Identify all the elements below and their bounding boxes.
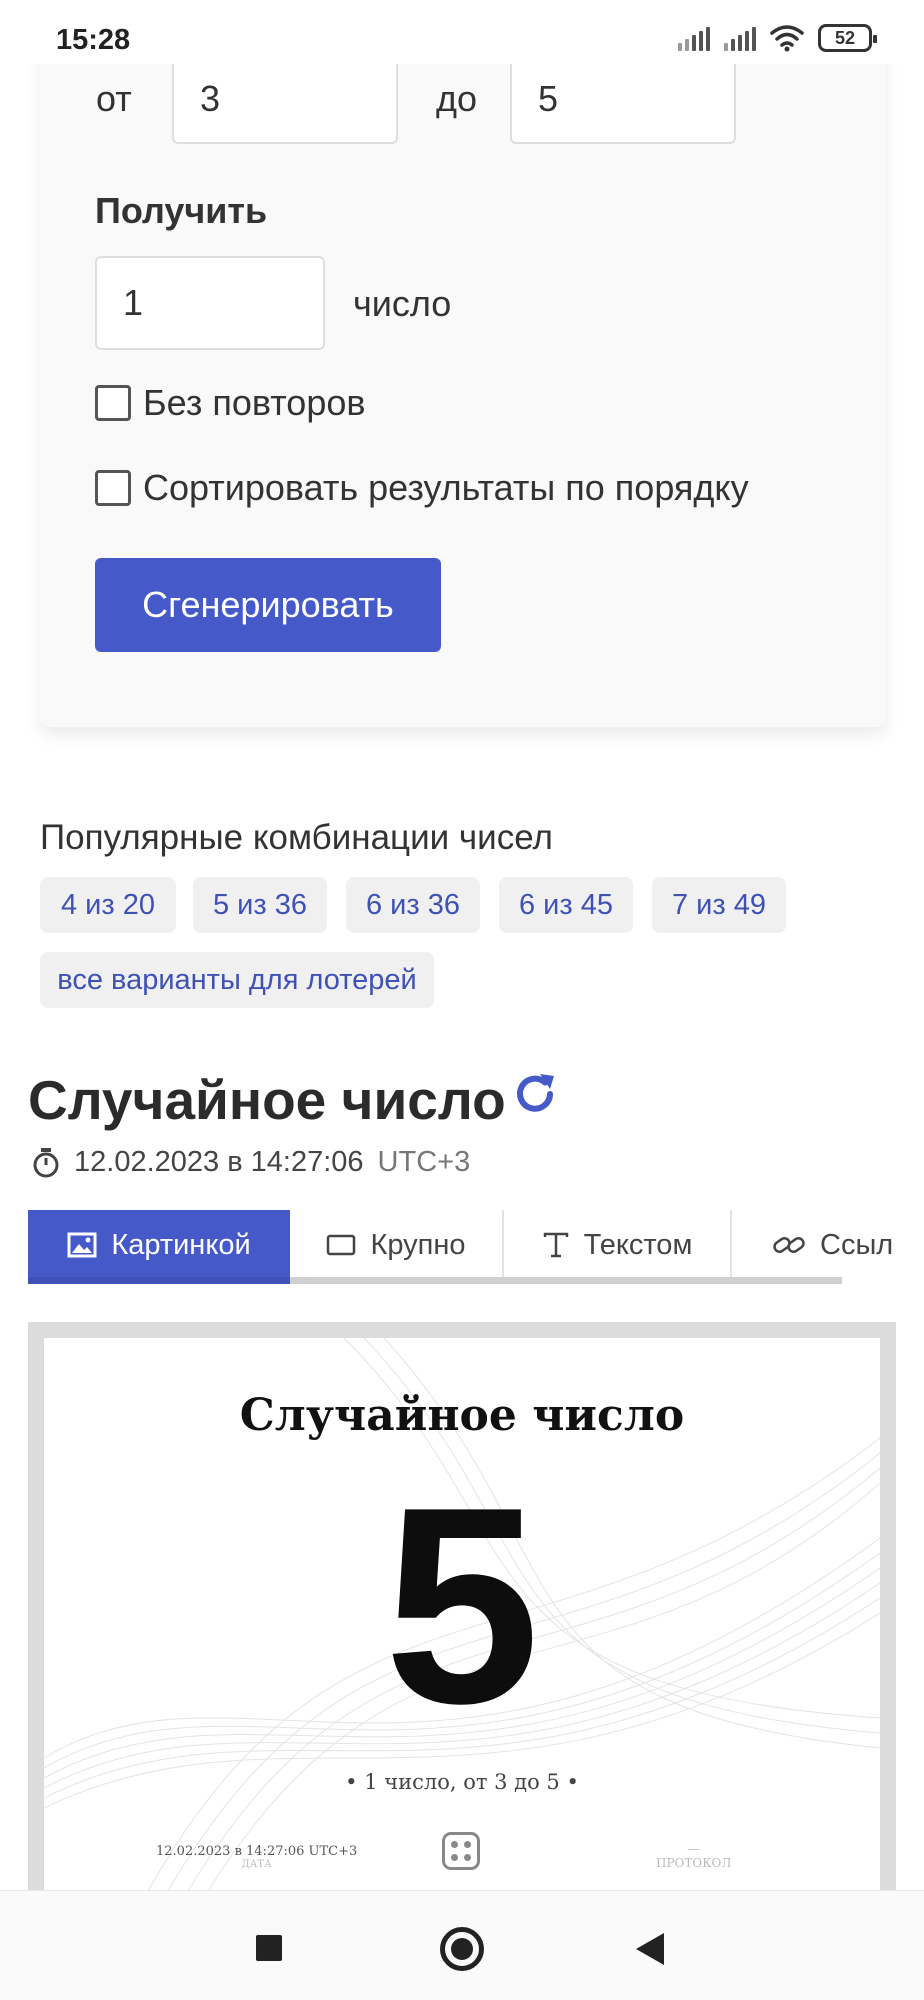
all-lottery-variants-link[interactable]: все варианты для лотерей xyxy=(40,952,434,1008)
image-title: Случайное число xyxy=(239,1390,685,1441)
count-unit-label: число xyxy=(353,283,452,324)
sort-results-label[interactable]: Сортировать результаты по порядку xyxy=(143,467,749,509)
tab-link-label: Ссыл xyxy=(820,1228,894,1261)
get-count-title: Получить xyxy=(95,190,268,231)
count-input[interactable]: 1 xyxy=(95,256,325,350)
result-date: 12.02.2023 в 14:27:06 xyxy=(74,1146,364,1178)
generator-form-card: от 3 до 5 Получить 1 число Без повторов … xyxy=(40,0,886,727)
recent-apps-button[interactable] xyxy=(256,1935,282,1961)
combo-chip[interactable]: 5 из 36 xyxy=(193,877,327,933)
battery-level: 52 xyxy=(834,27,856,48)
tab-link[interactable]: Ссыл xyxy=(732,1210,896,1280)
image-footer-protocol-label: ПРОТОКОЛ xyxy=(656,1856,732,1870)
result-timezone: UTC+3 xyxy=(377,1146,471,1178)
sort-results-option[interactable]: Сортировать результаты по порядку xyxy=(95,467,749,509)
from-label: от xyxy=(96,78,132,119)
image-caption: • 1 число, от 3 до 5 • xyxy=(345,1770,579,1794)
tab-text[interactable]: Текстом xyxy=(504,1210,732,1280)
image-footer-date-value: 12.02.2023 в 14:27:06 UTC+3 xyxy=(156,1844,358,1859)
tab-large-label: Крупно xyxy=(370,1228,466,1261)
image-footer-date: 12.02.2023 в 14:27:06 UTC+3 ДАТА xyxy=(156,1844,357,1870)
result-timestamp: 12.02.2023 в 14:27:06 UTC+3 xyxy=(32,1146,470,1179)
refresh-icon[interactable] xyxy=(512,1070,560,1118)
to-label: до xyxy=(436,78,478,119)
popular-combinations-title: Популярные комбинации чисел xyxy=(40,818,553,857)
combo-chip[interactable]: 6 из 45 xyxy=(499,877,633,933)
result-title: Случайное число xyxy=(28,1069,506,1131)
sort-results-checkbox[interactable] xyxy=(95,470,131,506)
result-image-frame: Случайное число 5 • 1 число, от 3 до 5 •… xyxy=(28,1322,896,1898)
no-repeats-checkbox[interactable] xyxy=(95,385,131,421)
image-footer-date-label: ДАТА xyxy=(241,1859,272,1870)
text-icon xyxy=(543,1232,568,1258)
tab-text-label: Текстом xyxy=(583,1228,693,1261)
status-bar: 15:28 52 xyxy=(0,0,924,64)
no-repeats-label[interactable]: Без повторов xyxy=(143,382,366,424)
tab-image[interactable]: Картинкой xyxy=(28,1210,290,1280)
status-icons: 52 xyxy=(678,24,877,52)
rectangle-icon xyxy=(327,1234,356,1256)
status-time: 15:28 xyxy=(56,24,131,56)
no-repeats-option[interactable]: Без повторов xyxy=(95,382,366,424)
signal-icon xyxy=(678,25,710,51)
stopwatch-icon xyxy=(33,1147,59,1177)
home-button[interactable] xyxy=(440,1927,484,1971)
image-footer-protocol: — ПРОТОКОЛ xyxy=(656,1842,731,1870)
combo-chip[interactable]: 7 из 49 xyxy=(652,877,786,933)
result-format-tabs: Картинкой Крупно Текстом Ссыл xyxy=(28,1210,896,1284)
generate-button[interactable]: Сгенерировать xyxy=(95,558,441,652)
to-input[interactable]: 5 xyxy=(510,56,736,144)
tab-large[interactable]: Крупно xyxy=(290,1210,504,1280)
random-number-value: 5 xyxy=(384,1450,540,1762)
image-icon xyxy=(67,1232,97,1258)
wifi-icon xyxy=(770,25,804,52)
link-icon xyxy=(773,1237,805,1253)
combo-chip[interactable]: 6 из 36 xyxy=(346,877,480,933)
signal-icon xyxy=(724,25,756,51)
dice-icon xyxy=(442,1832,480,1870)
result-image: Случайное число 5 • 1 число, от 3 до 5 •… xyxy=(44,1338,880,1898)
image-footer-protocol-value: — xyxy=(687,1842,700,1856)
back-button[interactable] xyxy=(636,1933,664,1965)
battery-icon: 52 xyxy=(818,24,877,52)
tab-image-label: Картинкой xyxy=(111,1228,251,1261)
from-input[interactable]: 3 xyxy=(172,56,398,144)
tabs-scroll-indicator xyxy=(28,1277,842,1284)
system-navigation-bar xyxy=(0,1890,924,2000)
combo-chip[interactable]: 4 из 20 xyxy=(40,877,176,933)
